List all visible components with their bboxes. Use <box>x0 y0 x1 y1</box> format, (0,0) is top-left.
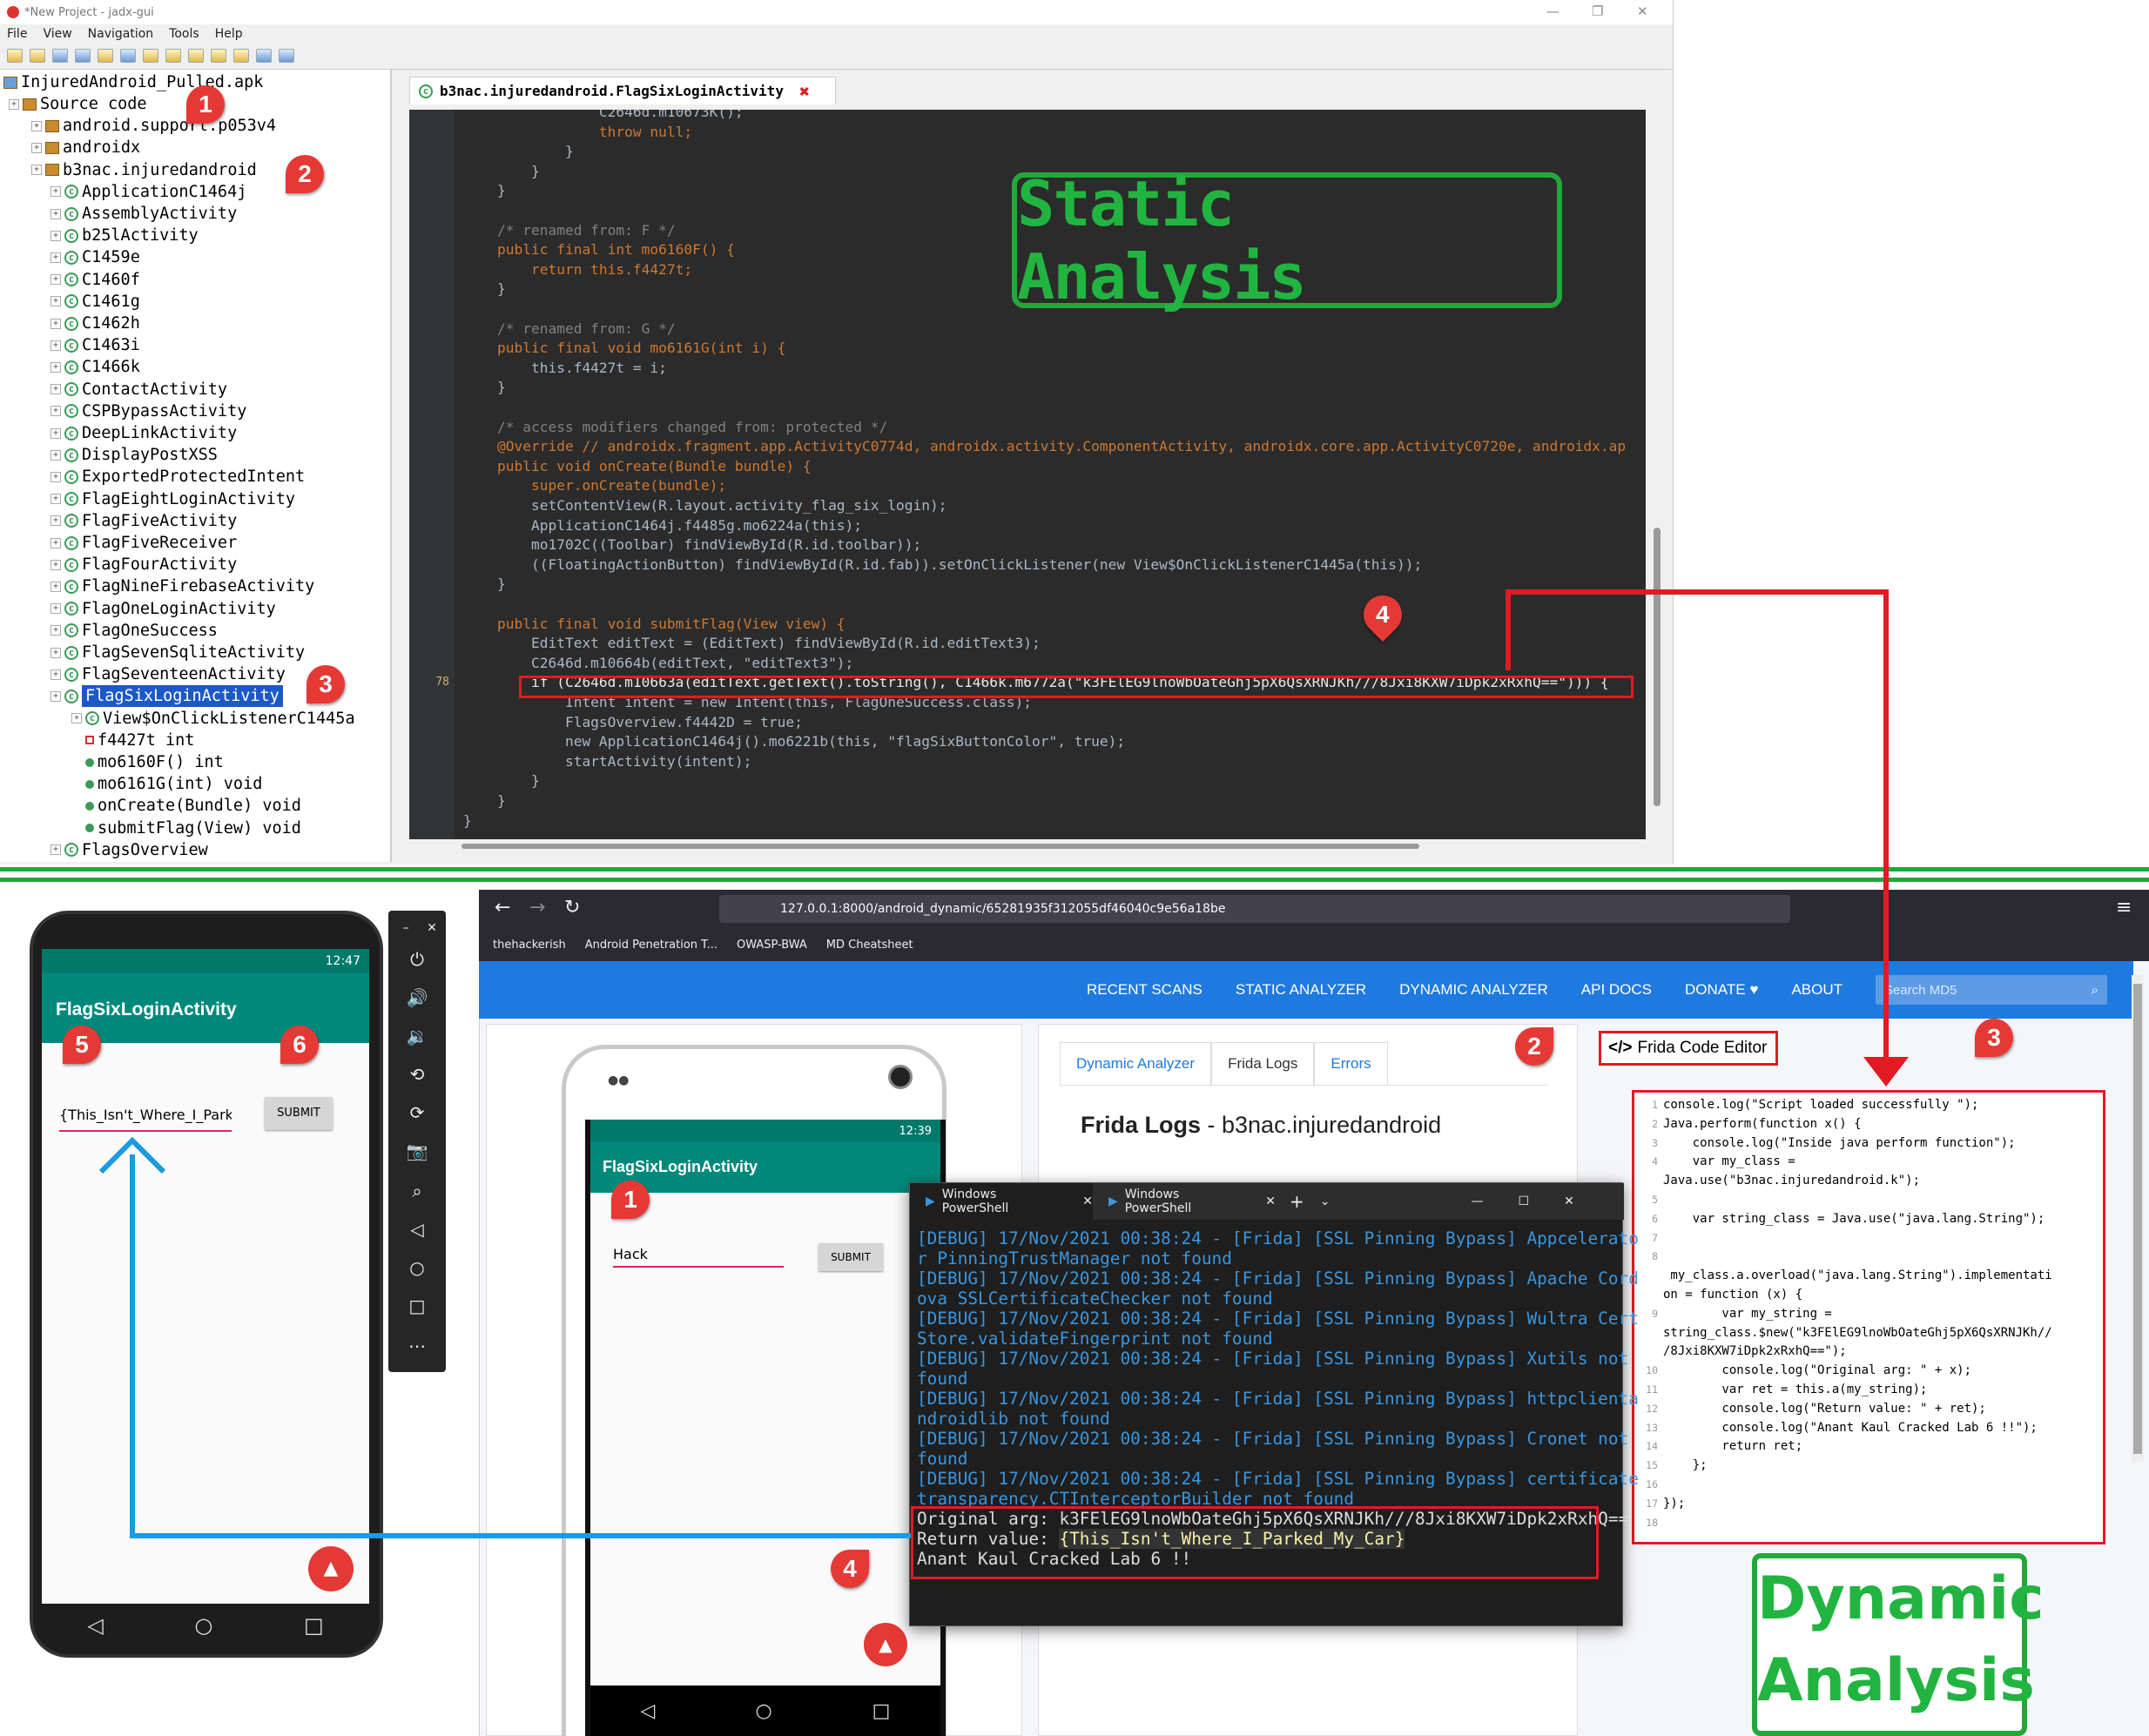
blue-connector-arrow <box>130 1154 911 1538</box>
red-arrowhead <box>1863 1057 1909 1087</box>
red-connector-arrow <box>1506 589 1889 1073</box>
connector-arrows <box>98 589 1909 1538</box>
